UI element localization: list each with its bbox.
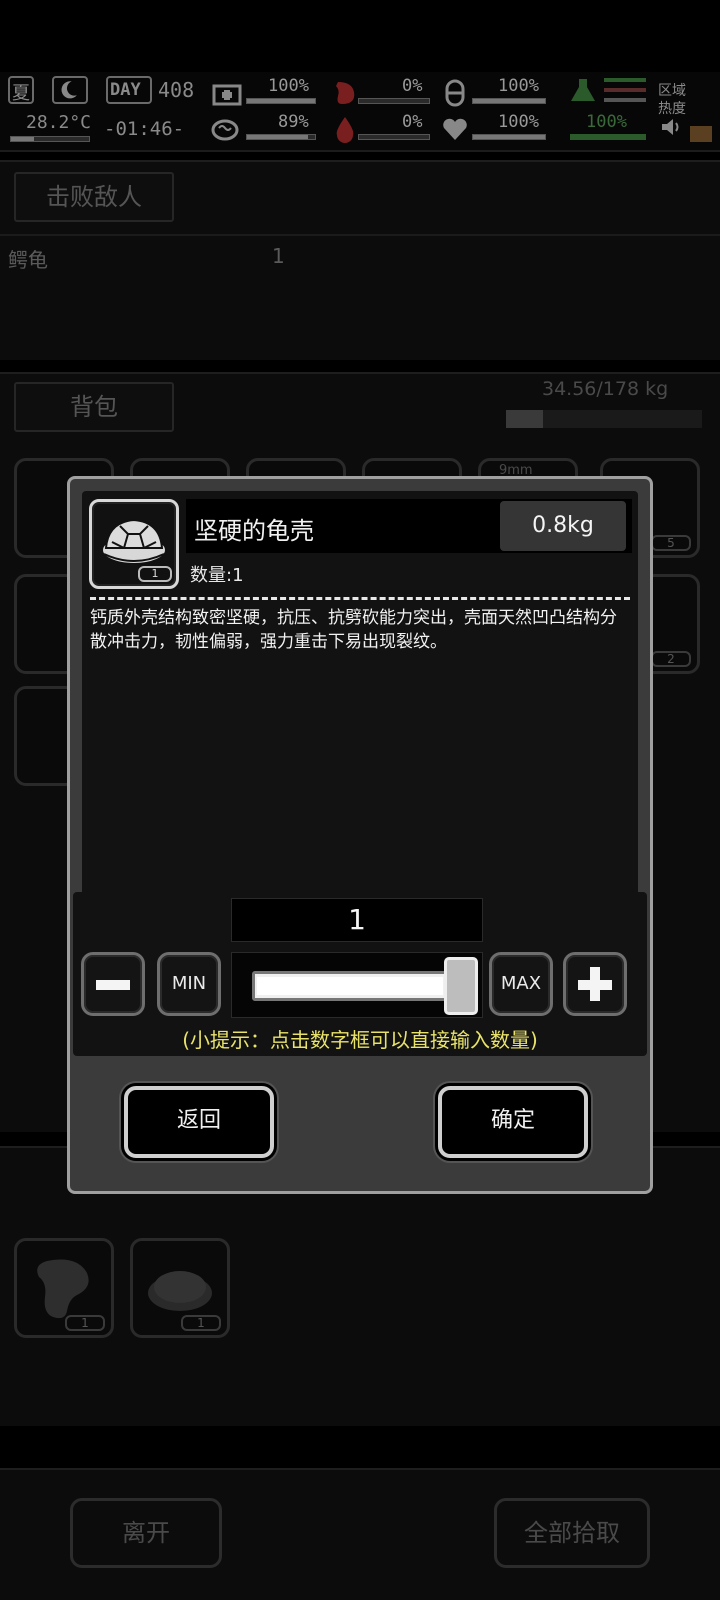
immunity-bar <box>472 98 546 104</box>
season-box: 夏 <box>8 76 34 104</box>
zone-heat-meter <box>690 126 712 142</box>
item-name-bar: 坚硬的龟壳 0.8kg <box>186 499 632 553</box>
item-info-panel: 1 坚硬的龟壳 0.8kg 数量:1 钙质外壳结构致密坚硬，抗压、抗劈砍能力突出… <box>82 491 638 905</box>
zone-heat-label-2: 热度 <box>658 101 686 117</box>
enemy-count: 1 <box>272 244 285 268</box>
backpack-tab[interactable]: 背包 <box>14 382 174 432</box>
immunity-value: 100% <box>498 76 539 96</box>
item-description: 钙质外壳结构致密坚硬，抗压、抗劈砍能力突出，壳面天然凹凸结构分散冲击力，韧性偏弱… <box>90 608 617 652</box>
stamina-value: 100% <box>586 112 627 132</box>
dashed-divider <box>90 597 630 600</box>
footer-bar: 离开 全部拾取 <box>0 1468 720 1600</box>
meat-icon <box>37 1259 89 1319</box>
item-name: 坚硬的龟壳 <box>194 517 314 545</box>
heart-icon <box>440 114 470 144</box>
enemy-list: 鳄龟 1 <box>0 234 720 360</box>
turtle-shell-icon <box>148 1271 212 1311</box>
minus-icon <box>96 980 130 990</box>
blood-drop-icon <box>330 114 360 144</box>
season-label: 夏 <box>12 83 30 104</box>
leave-button[interactable]: 离开 <box>70 1498 222 1568</box>
pickup-all-button[interactable]: 全部拾取 <box>494 1498 650 1568</box>
radiation-line-2 <box>604 88 646 92</box>
slot-count: 2 <box>651 651 691 667</box>
day-label: DAY <box>110 80 141 100</box>
health-value: 100% <box>268 76 309 96</box>
loot-count: 1 <box>181 1315 221 1331</box>
backpack-weight-bar <box>506 410 702 428</box>
slider-track <box>252 971 448 1001</box>
decrease-button[interactable] <box>81 952 145 1016</box>
slot-count: 5 <box>651 535 691 551</box>
hunger-value: 0% <box>402 76 423 96</box>
temperature-readout: 28.2°C <box>26 112 92 133</box>
stamina-bar <box>570 134 646 140</box>
max-button[interactable]: MAX <box>489 952 553 1016</box>
loot-count: 1 <box>65 1315 105 1331</box>
mood-bar <box>472 134 546 140</box>
stomach-icon <box>330 78 360 108</box>
quantity-input[interactable]: 1 <box>231 898 483 942</box>
radiation-line-1 <box>604 78 646 82</box>
item-count-badge: 1 <box>138 566 172 582</box>
item-quantity-dialog: 1 坚硬的龟壳 0.8kg 数量:1 钙质外壳结构致密坚硬，抗压、抗劈砍能力突出… <box>67 476 653 1194</box>
status-hud: 夏 28.2°C DAY 408 -01:46- 100% 0% 100% 89… <box>0 72 720 152</box>
defeated-section: 击败敌人 鳄龟 1 <box>0 160 720 360</box>
loot-slot-shell[interactable]: 1 <box>130 1238 230 1338</box>
medkit-icon <box>212 78 242 108</box>
thirst-bar <box>358 134 430 140</box>
item-weight: 0.8kg <box>500 501 626 551</box>
confirm-button[interactable]: 确定 <box>438 1086 588 1158</box>
zone-heat-label-1: 区域 <box>658 83 686 99</box>
flask-icon <box>568 76 598 106</box>
turtle-shell-icon <box>101 518 167 565</box>
defeat-tab[interactable]: 击败敌人 <box>14 172 174 222</box>
sanity-bar <box>246 134 316 140</box>
input-hint: (小提示：点击数字框可以直接输入数量) <box>182 1028 538 1052</box>
loot-slot-meat[interactable]: 1 <box>14 1238 114 1338</box>
enemy-name: 鳄龟 <box>8 248 48 272</box>
slider-thumb[interactable] <box>444 957 478 1015</box>
increase-button[interactable] <box>563 952 627 1016</box>
item-icon-frame: 1 <box>89 499 179 589</box>
day-number: 408 <box>158 78 195 102</box>
hunger-bar <box>358 98 430 104</box>
pill-icon <box>440 78 470 108</box>
sanity-value: 89% <box>278 112 309 132</box>
health-bar <box>246 98 316 104</box>
moon-icon <box>52 76 88 104</box>
clock-readout: -01:46- <box>104 118 185 140</box>
brain-icon <box>210 114 240 144</box>
radiation-line-3 <box>604 98 646 102</box>
back-button[interactable]: 返回 <box>124 1086 274 1158</box>
day-box: DAY <box>106 76 152 104</box>
thirst-value: 0% <box>402 112 423 132</box>
quantity-control-panel: 1 MIN MAX (小提示：点击数字框可以直接输入数量) <box>73 892 647 1056</box>
min-button[interactable]: MIN <box>157 952 221 1016</box>
slider-fill <box>257 977 443 995</box>
temperature-bar <box>10 136 90 142</box>
quantity-slider[interactable] <box>231 952 483 1018</box>
backpack-weight: 34.56/178 kg <box>542 378 669 400</box>
mood-value: 100% <box>498 112 539 132</box>
item-quantity-label: 数量:1 <box>190 565 244 586</box>
speaker-icon[interactable] <box>660 116 682 138</box>
plus-icon-vertical <box>590 967 600 1001</box>
